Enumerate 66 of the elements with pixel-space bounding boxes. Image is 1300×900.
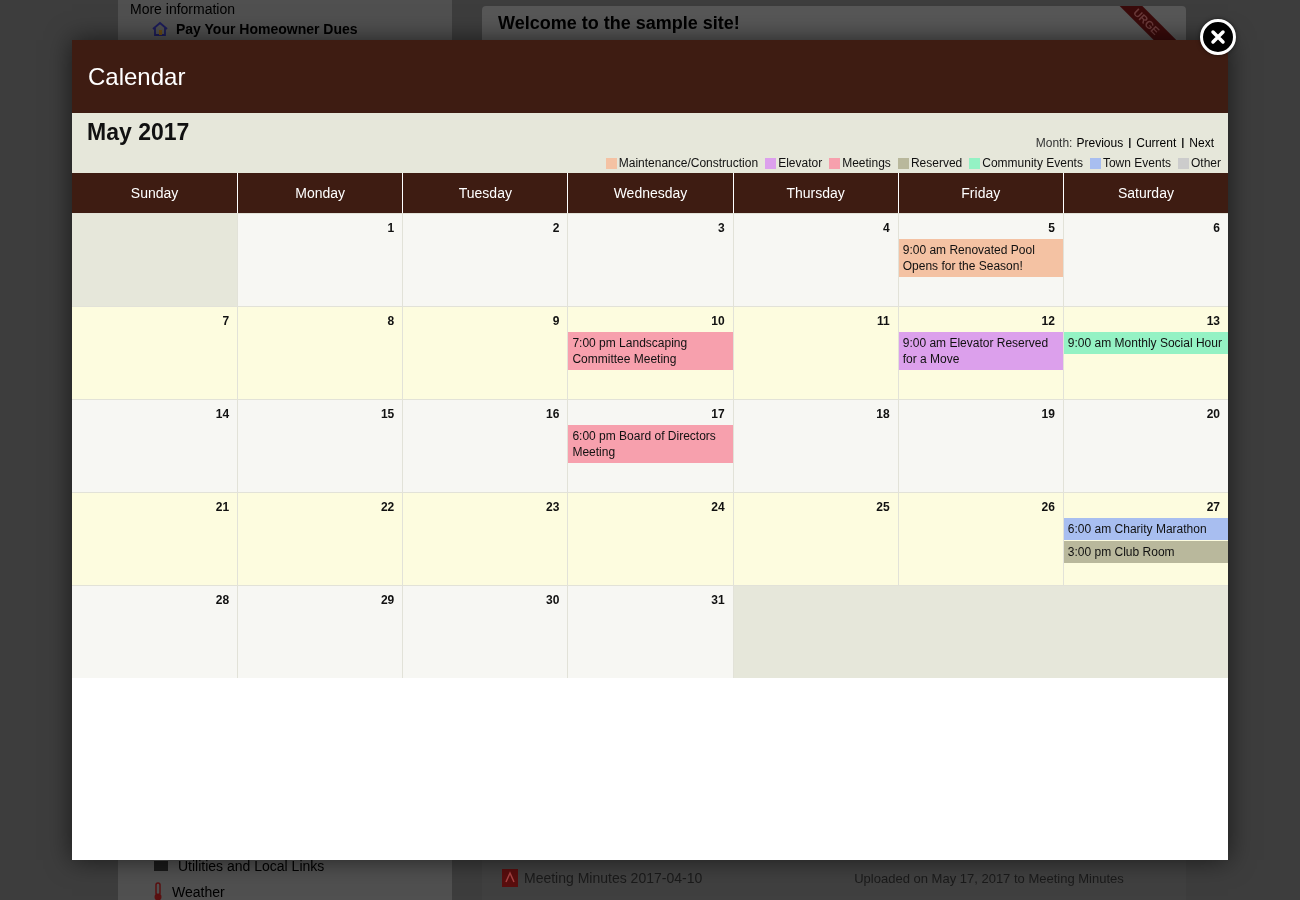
day-number: 11 bbox=[877, 313, 891, 330]
day-number: 6 bbox=[1213, 220, 1221, 237]
day-number: 27 bbox=[1206, 499, 1221, 516]
day-number: 8 bbox=[387, 313, 396, 330]
close-button[interactable] bbox=[1200, 19, 1236, 55]
legend-label: Other bbox=[1191, 156, 1221, 170]
month-nav-link[interactable]: Next bbox=[1189, 136, 1214, 150]
day-number: 24 bbox=[711, 499, 726, 516]
day-number: 18 bbox=[876, 406, 891, 423]
day-number: 9 bbox=[552, 313, 561, 330]
calendar-event[interactable]: 3:00 pm Club Room bbox=[1063, 541, 1228, 563]
calendar-event[interactable]: 7:00 pm Landscaping Committee Meeting bbox=[568, 332, 733, 370]
month-title: May 2017 bbox=[87, 119, 190, 147]
day-number: 23 bbox=[546, 499, 561, 516]
weekday-header: Thursday bbox=[732, 173, 898, 213]
day-number: 13 bbox=[1206, 313, 1221, 330]
day-number: 12 bbox=[1041, 313, 1056, 330]
month-nav-link[interactable]: Previous bbox=[1076, 136, 1124, 150]
dialog-title: Calendar bbox=[88, 62, 186, 91]
day-number: 15 bbox=[380, 406, 396, 423]
separator: | bbox=[1180, 136, 1186, 150]
legend-label: Town Events bbox=[1102, 156, 1171, 170]
legend-label: Maintenance/Construction bbox=[618, 156, 759, 170]
day-number: 30 bbox=[546, 592, 561, 609]
weekday-header: Saturday bbox=[1062, 173, 1228, 213]
day-number: 20 bbox=[1206, 406, 1221, 423]
legend-label: Community Events bbox=[982, 156, 1083, 170]
day-number: 14 bbox=[215, 406, 231, 423]
day-number: 29 bbox=[380, 592, 396, 609]
day-number: 16 bbox=[546, 406, 561, 423]
day-number: 7 bbox=[222, 313, 231, 330]
calendar-event[interactable]: 9:00 am Renovated Pool Opens for the Season! bbox=[898, 239, 1063, 277]
welcome-title: Welcome to the sample site! bbox=[498, 12, 740, 34]
house-icon bbox=[152, 21, 168, 37]
day-number: 3 bbox=[717, 220, 726, 237]
month-nav-link[interactable]: Current bbox=[1136, 136, 1177, 150]
day-number: 4 bbox=[883, 220, 891, 237]
month-nav-label: Month: bbox=[1035, 136, 1073, 150]
day-number: 21 bbox=[215, 499, 231, 516]
pdf-icon bbox=[502, 869, 518, 887]
weekday-header: Sunday bbox=[72, 173, 238, 213]
day-number: 25 bbox=[876, 499, 891, 516]
calendar-event[interactable]: 9:00 am Monthly Social Hour bbox=[1063, 332, 1228, 354]
day-number: 26 bbox=[1041, 499, 1056, 516]
separator: | bbox=[1127, 136, 1133, 150]
weekday-header: Monday bbox=[237, 173, 403, 213]
calendar-event[interactable]: 9:00 am Elevator Reserved for a Move bbox=[898, 332, 1063, 370]
day-number: 1 bbox=[387, 220, 396, 237]
weekday-header: Friday bbox=[897, 173, 1063, 213]
weekday-header: Wednesday bbox=[567, 173, 733, 213]
legend-label: Elevator bbox=[778, 156, 823, 170]
day-number: 17 bbox=[711, 406, 726, 423]
calendar-event[interactable]: 6:00 pm Board of Directors Meeting bbox=[568, 425, 733, 463]
day-number: 10 bbox=[711, 313, 726, 330]
day-number: 5 bbox=[1048, 220, 1056, 237]
day-number: 31 bbox=[711, 592, 726, 609]
day-number: 2 bbox=[552, 220, 561, 237]
day-number: 19 bbox=[1041, 406, 1056, 423]
thermometer-icon bbox=[152, 882, 164, 900]
legend-label: Meetings bbox=[842, 156, 891, 170]
day-number: 22 bbox=[380, 499, 396, 516]
legend-label: Reserved bbox=[910, 156, 963, 170]
day-number: 28 bbox=[215, 592, 231, 609]
close-icon bbox=[1210, 29, 1226, 45]
calendar-event[interactable]: 6:00 am Charity Marathon bbox=[1063, 518, 1228, 540]
weekday-header: Tuesday bbox=[402, 173, 568, 213]
